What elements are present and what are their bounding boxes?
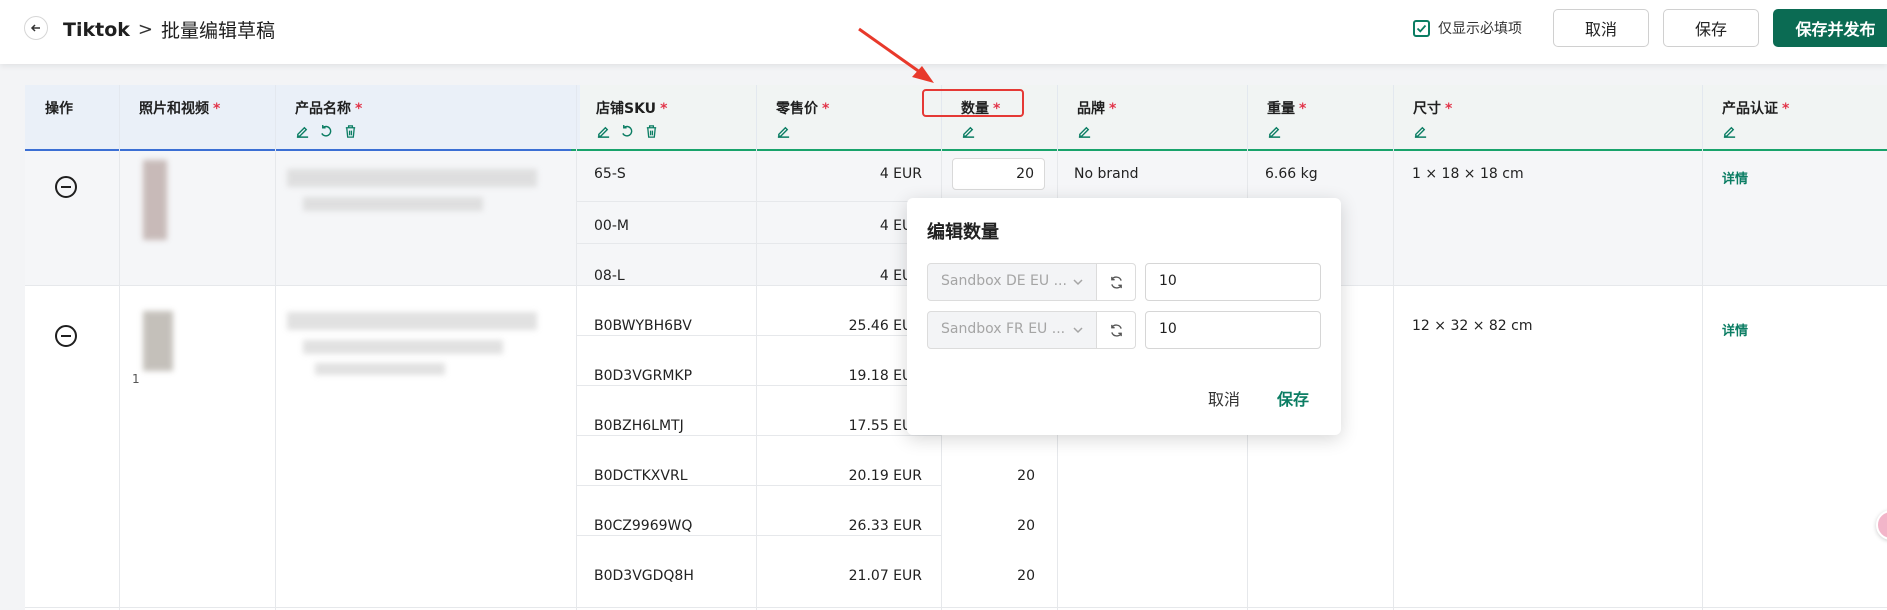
warehouse-select-value: Sandbox DE EU ... <box>941 273 1067 289</box>
brand-cell[interactable]: No brand <box>1074 166 1138 182</box>
size-cell[interactable]: 1 × 18 × 18 cm <box>1412 166 1524 182</box>
required-only-label: 仅显示必填项 <box>1438 21 1522 37</box>
cancel-button[interactable]: 取消 <box>1553 9 1649 47</box>
page: Tiktok > 批量编辑草稿 仅显示必填项 取消 保存 保存并发布 操作 照片… <box>0 0 1887 610</box>
undo-icon[interactable] <box>319 124 334 139</box>
refresh-button[interactable] <box>1096 311 1136 349</box>
certification-detail-link[interactable]: 详情 <box>1722 168 1748 187</box>
price-cell[interactable]: 4 EUR <box>760 268 922 284</box>
product-thumbnail[interactable] <box>143 160 167 240</box>
weight-cell[interactable]: 6.66 kg <box>1265 166 1318 182</box>
certification-detail-link[interactable]: 详情 <box>1722 320 1748 339</box>
sku-cell[interactable]: 00-M <box>594 218 629 234</box>
product-name-redacted[interactable] <box>287 312 537 330</box>
column-header-brand: 品牌 * <box>1061 85 1116 151</box>
column-header-price: 零售价 * <box>760 85 829 151</box>
sku-cell[interactable]: B0D3VGRMKP <box>594 368 692 384</box>
sku-cell[interactable]: B0BWYBH6BV <box>594 318 692 334</box>
price-cell[interactable]: 17.55 EUR <box>760 418 922 434</box>
checkbox-checked-icon[interactable] <box>1413 19 1430 37</box>
quantity-input[interactable]: 10 <box>1145 311 1321 349</box>
edit-icon[interactable] <box>961 124 976 139</box>
top-bar: Tiktok > 批量编辑草稿 仅显示必填项 取消 保存 保存并发布 <box>0 0 1887 64</box>
media-count: 1 <box>132 372 140 386</box>
sku-cell[interactable]: 08-L <box>594 268 625 284</box>
column-header-weight: 重量 * <box>1251 85 1306 151</box>
product-name-redacted-line <box>303 340 503 354</box>
quantity-cell[interactable]: 20 <box>945 568 1035 584</box>
edit-icon[interactable] <box>776 124 791 139</box>
column-header-media: 照片和视频 * <box>139 101 221 117</box>
chevron-down-icon <box>1073 279 1083 286</box>
price-cell[interactable]: 4 EUR <box>760 218 922 234</box>
back-button[interactable] <box>24 16 48 40</box>
warehouse-select[interactable]: Sandbox FR EU ... <box>927 311 1097 349</box>
price-cell[interactable]: 4 EUR <box>760 166 922 182</box>
column-header-ops: 操作 <box>45 101 73 117</box>
page-title: 批量编辑草稿 <box>160 20 275 42</box>
price-cell[interactable]: 20.19 EUR <box>760 468 922 484</box>
refresh-button[interactable] <box>1096 263 1136 301</box>
edit-quantity-popover: 编辑数量 Sandbox DE EU ... 10 Sandbox FR EU … <box>907 198 1341 435</box>
save-button[interactable]: 保存 <box>1663 9 1759 47</box>
chevron-down-icon <box>1073 327 1083 334</box>
popover-title: 编辑数量 <box>927 222 999 243</box>
popover-cancel-button[interactable]: 取消 <box>1208 386 1240 410</box>
sku-cell[interactable]: B0BZH6LMTJ <box>594 418 684 434</box>
product-name-redacted-line <box>315 363 445 375</box>
column-header-name: 产品名称 * <box>279 85 362 151</box>
product-name-redacted[interactable] <box>287 169 537 187</box>
edit-icon[interactable] <box>295 124 310 139</box>
edit-icon[interactable] <box>1077 124 1092 139</box>
edit-icon[interactable] <box>1722 124 1737 139</box>
sku-cell[interactable]: B0CZ9969WQ <box>594 518 692 534</box>
breadcrumb-app[interactable]: Tiktok <box>63 19 130 41</box>
remove-product-button[interactable] <box>55 325 77 347</box>
popover-save-button[interactable]: 保存 <box>1277 386 1309 410</box>
column-header-certification: 产品认证 * <box>1706 85 1789 151</box>
sku-cell[interactable]: B0DCTKXVRL <box>594 468 688 484</box>
sku-cell[interactable]: B0D3VGDQ8H <box>594 568 694 584</box>
warehouse-select[interactable]: Sandbox DE EU ... <box>927 263 1097 301</box>
size-cell[interactable]: 12 × 32 × 82 cm <box>1412 318 1533 334</box>
product-thumbnail[interactable] <box>143 311 173 371</box>
edit-icon[interactable] <box>1267 124 1282 139</box>
price-cell[interactable]: 19.18 EUR <box>760 368 922 384</box>
trash-icon[interactable] <box>644 124 659 139</box>
required-only-toggle[interactable]: 仅显示必填项 <box>1413 18 1522 38</box>
price-cell[interactable]: 21.07 EUR <box>760 568 922 584</box>
quantity-cell[interactable]: 20 <box>945 468 1035 484</box>
quantity-cell[interactable]: 20 <box>945 518 1035 534</box>
price-cell[interactable]: 25.46 EUR <box>760 318 922 334</box>
breadcrumb: Tiktok > 批量编辑草稿 <box>63 16 275 43</box>
refresh-icon <box>1110 275 1122 289</box>
refresh-icon <box>1110 323 1122 337</box>
edit-icon[interactable] <box>1413 124 1428 139</box>
column-header-sku: 店铺SKU * <box>580 85 667 151</box>
back-arrow-icon <box>30 24 40 32</box>
quantity-header-highlight <box>922 89 1024 117</box>
price-cell[interactable]: 26.33 EUR <box>760 518 922 534</box>
save-and-publish-button[interactable]: 保存并发布 <box>1773 9 1887 47</box>
quantity-input[interactable]: 20 <box>952 158 1045 190</box>
sku-cell[interactable]: 65-S <box>594 166 626 182</box>
product-name-redacted-line <box>303 197 483 211</box>
warehouse-select-value: Sandbox FR EU ... <box>941 321 1066 337</box>
breadcrumb-separator: > <box>137 19 153 40</box>
edit-icon[interactable] <box>596 124 611 139</box>
quantity-input[interactable]: 10 <box>1145 263 1321 301</box>
undo-icon[interactable] <box>620 124 635 139</box>
trash-icon[interactable] <box>343 124 358 139</box>
remove-product-button[interactable] <box>55 176 77 198</box>
column-header-size: 尺寸 * <box>1397 85 1452 151</box>
